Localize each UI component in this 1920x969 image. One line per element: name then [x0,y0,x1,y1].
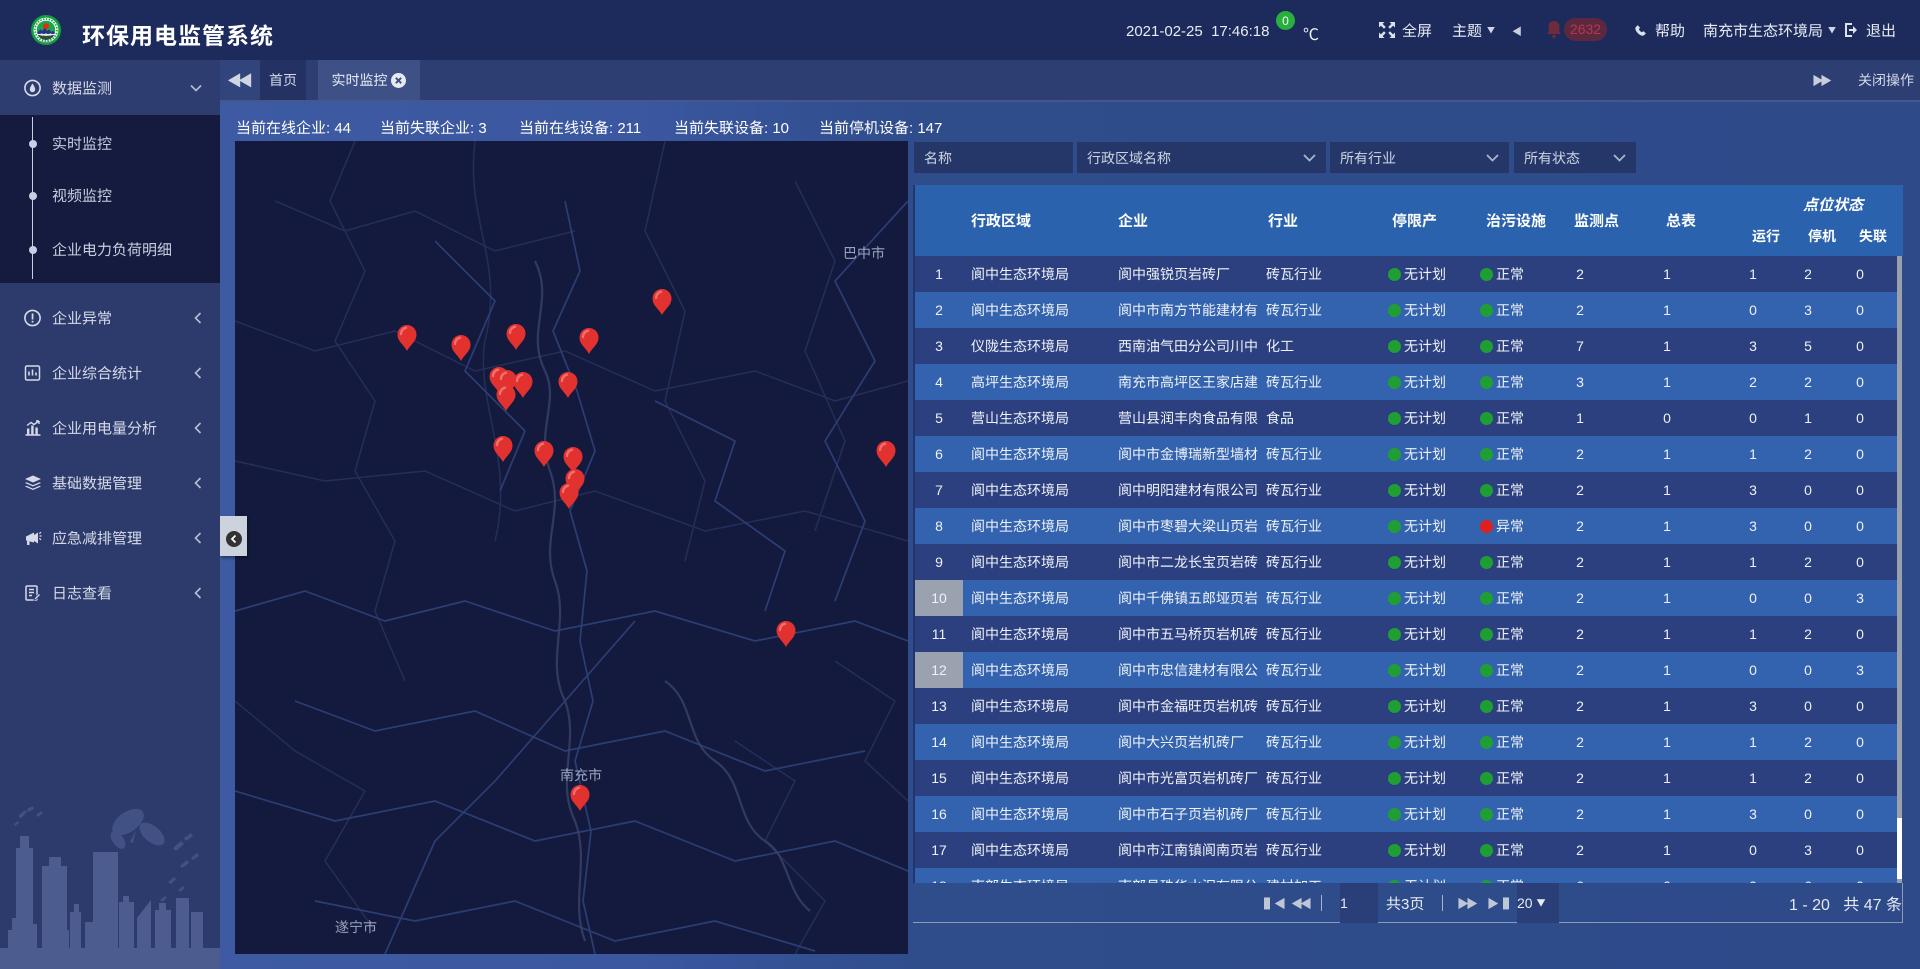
svg-text:南充市: 南充市 [560,765,602,785]
svg-text:巴中市: 巴中市 [843,243,885,263]
svg-text:遂宁市: 遂宁市 [335,917,377,937]
